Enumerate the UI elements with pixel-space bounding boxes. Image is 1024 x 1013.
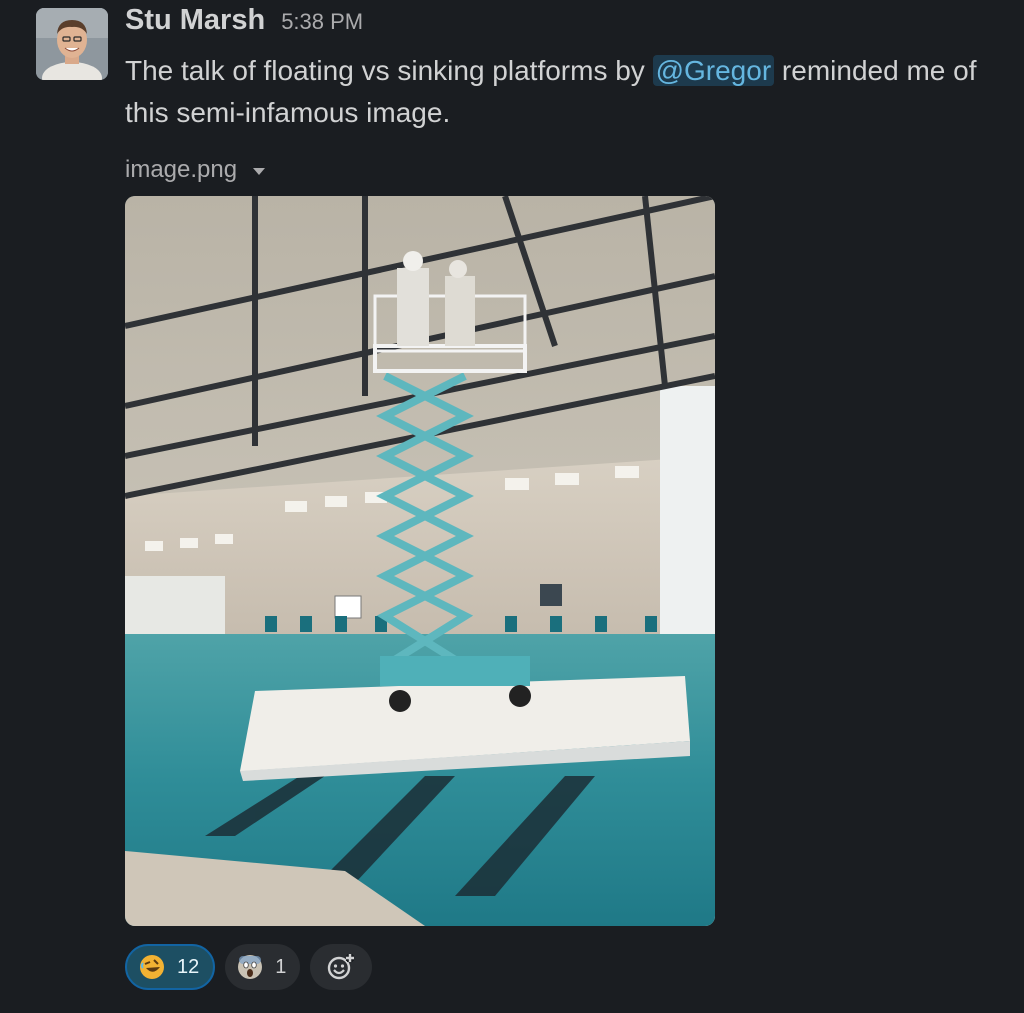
avatar[interactable] <box>36 8 108 80</box>
sender-name[interactable]: Stu Marsh <box>125 4 265 37</box>
add-reaction-icon <box>328 954 355 980</box>
reaction-face-screaming-in-fear[interactable]: 1 <box>225 944 301 990</box>
reaction-count: 1 <box>275 955 287 978</box>
attachment-filename[interactable]: image.png <box>125 156 237 184</box>
chevron-down-icon[interactable] <box>253 168 266 175</box>
message: Stu Marsh 5:38 PM The talk of floating v… <box>0 0 1024 1013</box>
attachment-header[interactable]: image.png <box>125 154 1005 186</box>
reaction-count: 12 <box>177 955 200 978</box>
face-screaming-in-fear-icon <box>238 955 263 979</box>
message-text-before: The talk of floating vs sinking platform… <box>125 55 653 86</box>
add-reaction-button[interactable] <box>310 944 373 990</box>
avatar-image <box>36 8 108 80</box>
reaction-rolling-on-floor-laughing[interactable]: 12 <box>125 944 216 990</box>
user-mention[interactable]: @Gregor <box>652 55 775 86</box>
message-content: Stu Marsh 5:38 PM The talk of floating v… <box>125 0 1005 990</box>
message-header: Stu Marsh 5:38 PM <box>125 0 1005 46</box>
reactions-bar: 12 1 <box>125 944 373 990</box>
pool-photo <box>125 196 715 926</box>
message-text: The talk of floating vs sinking platform… <box>125 50 985 134</box>
attachment-image[interactable] <box>125 196 715 926</box>
rolling-on-floor-laughing-icon <box>140 955 164 979</box>
message-timestamp[interactable]: 5:38 PM <box>281 9 363 35</box>
